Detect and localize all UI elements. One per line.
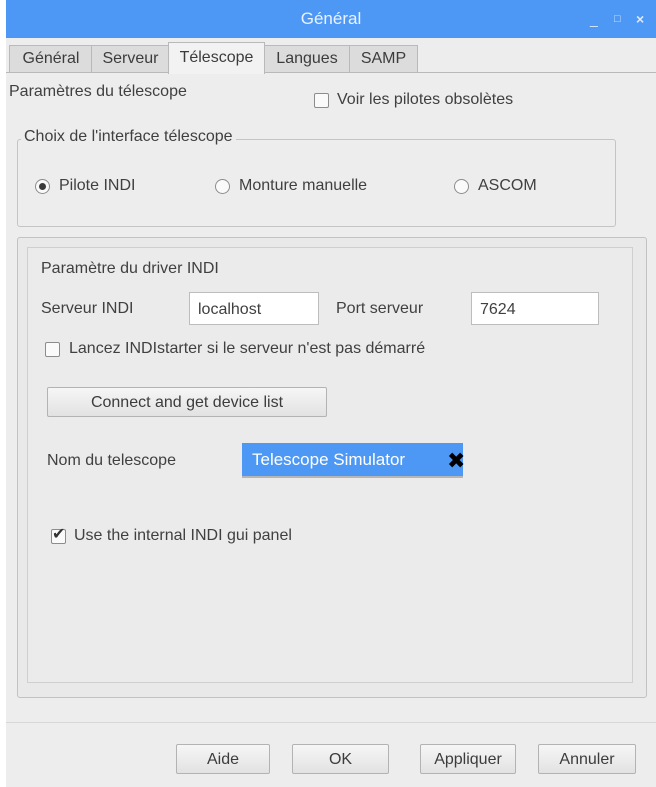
- tab-telescope[interactable]: Télescope: [168, 42, 265, 74]
- maximize-icon[interactable]: □: [614, 0, 621, 38]
- ok-button[interactable]: OK: [292, 744, 389, 774]
- title-bar[interactable]: Général _ □ ×: [6, 0, 656, 38]
- indistarter-checkbox[interactable]: [45, 342, 60, 357]
- port-input[interactable]: 7624: [471, 292, 599, 325]
- apply-button[interactable]: Appliquer: [420, 744, 516, 774]
- internal-gui-checkbox[interactable]: ✔: [51, 526, 66, 544]
- footer-divider: [6, 722, 656, 723]
- tab-server[interactable]: Serveur: [91, 45, 170, 72]
- help-button[interactable]: Aide: [176, 744, 270, 774]
- tab-bar: Général Serveur Télescope Langues SAMP: [6, 42, 656, 74]
- option-monture-manuelle-label[interactable]: Monture manuelle: [239, 177, 367, 195]
- option-pilote-indi-label[interactable]: Pilote INDI: [59, 177, 135, 195]
- port-label: Port serveur: [336, 300, 424, 317]
- option-ascom-label[interactable]: ASCOM: [478, 177, 537, 195]
- radio-selected-dot: [39, 183, 46, 190]
- section-title: Paramètres du télescope: [9, 83, 187, 100]
- radio-ascom[interactable]: [454, 179, 469, 194]
- window-title: Général: [300, 9, 362, 28]
- minimize-icon[interactable]: _: [590, 0, 598, 38]
- interface-group-title: Choix de l'interface télescope: [21, 128, 236, 146]
- radio-monture-manuelle[interactable]: [215, 179, 230, 194]
- check-mark-icon: ✔: [52, 526, 66, 543]
- radio-pilote-indi[interactable]: [35, 179, 50, 194]
- internal-gui-label[interactable]: Use the internal INDI gui panel: [74, 527, 292, 545]
- tab-samp[interactable]: SAMP: [349, 45, 418, 72]
- obsolete-drivers-checkbox[interactable]: [314, 93, 329, 108]
- obsolete-drivers-label[interactable]: Voir les pilotes obsolètes: [337, 91, 513, 109]
- cancel-button[interactable]: Annuler: [538, 744, 636, 774]
- tab-languages[interactable]: Langues: [263, 45, 351, 72]
- telescope-name-select[interactable]: Telescope Simulator: [242, 443, 463, 478]
- connect-button[interactable]: Connect and get device list: [47, 387, 327, 417]
- clear-icon[interactable]: ✖: [447, 448, 465, 474]
- indi-driver-title: Paramètre du driver INDI: [41, 260, 219, 277]
- server-label: Serveur INDI: [41, 300, 134, 317]
- preferences-window: Général _ □ × Général Serveur Télescope …: [6, 0, 656, 787]
- indistarter-label[interactable]: Lancez INDIstarter si le serveur n'est p…: [69, 340, 425, 358]
- tab-general[interactable]: Général: [9, 45, 93, 72]
- tab-divider: [6, 72, 656, 73]
- close-icon[interactable]: ×: [636, 0, 644, 38]
- server-input[interactable]: localhost: [189, 292, 319, 325]
- telescope-name-label: Nom du telescope: [47, 452, 176, 469]
